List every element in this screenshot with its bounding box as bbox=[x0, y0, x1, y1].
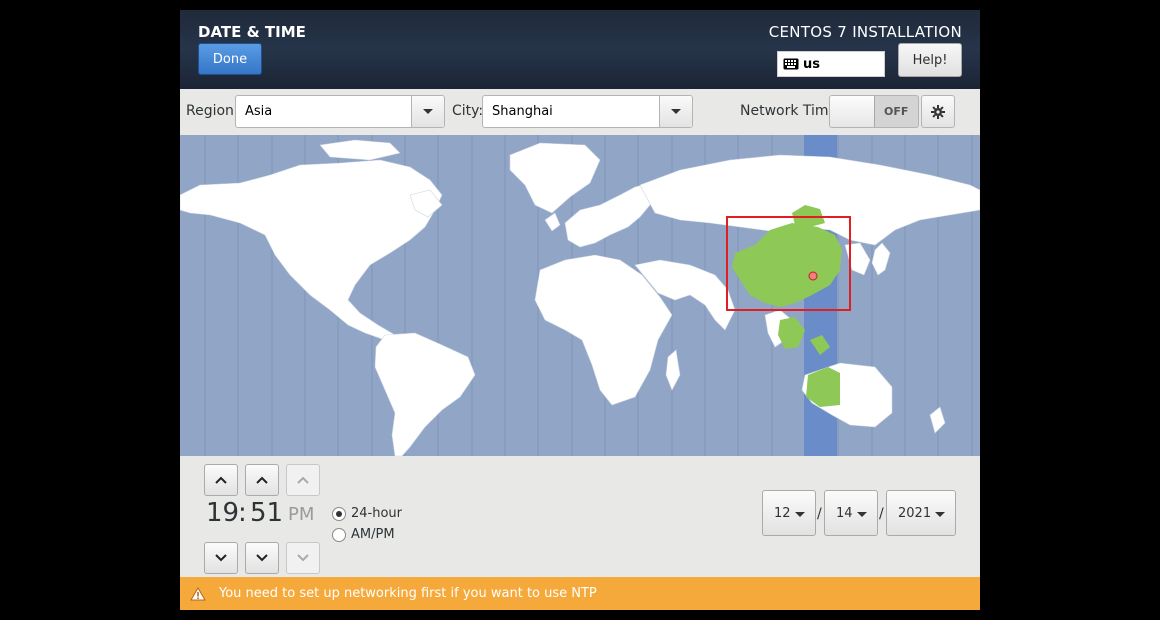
network-time-label: Network Time bbox=[740, 103, 838, 119]
chevron-down-icon bbox=[423, 109, 433, 114]
ntp-settings-button[interactable] bbox=[921, 95, 955, 128]
region-value: Asia bbox=[245, 104, 273, 119]
time-separator: : bbox=[238, 498, 247, 528]
city-combo[interactable]: Shanghai bbox=[482, 95, 693, 128]
page-title: DATE & TIME bbox=[198, 23, 306, 41]
hours-value: 19 bbox=[206, 498, 240, 528]
day-value: 14 bbox=[836, 506, 853, 521]
ampm-down-button[interactable] bbox=[286, 542, 320, 574]
warning-icon bbox=[190, 586, 206, 600]
chevron-up-icon bbox=[297, 476, 309, 484]
world-map-graphic bbox=[180, 135, 980, 456]
radio-unchecked-icon[interactable] bbox=[332, 527, 346, 542]
year-dropdown[interactable]: 2021 bbox=[886, 490, 956, 536]
timezone-map[interactable] bbox=[180, 135, 980, 456]
region-label: Region: bbox=[186, 103, 239, 119]
switch-state-label: OFF bbox=[884, 105, 909, 118]
city-value: Shanghai bbox=[492, 104, 553, 119]
format-ampm-label: AM/PM bbox=[351, 527, 395, 542]
region-dropdown-button[interactable] bbox=[411, 96, 444, 127]
help-button[interactable]: Help! bbox=[898, 43, 962, 77]
hours-up-button[interactable] bbox=[204, 464, 238, 496]
format-ampm-option[interactable]: AM/PM bbox=[332, 527, 395, 542]
warning-message: You need to set up networking first if y… bbox=[219, 586, 597, 601]
done-button[interactable]: Done bbox=[198, 43, 262, 75]
chevron-down-icon bbox=[795, 512, 805, 517]
city-marker-icon bbox=[808, 271, 818, 281]
city-dropdown-button[interactable] bbox=[659, 96, 692, 127]
chevron-down-icon bbox=[297, 554, 309, 562]
day-dropdown[interactable]: 14 bbox=[824, 490, 878, 536]
minutes-up-button[interactable] bbox=[245, 464, 279, 496]
date-separator: / bbox=[817, 506, 822, 522]
month-dropdown[interactable]: 12 bbox=[762, 490, 816, 536]
switch-knob bbox=[830, 96, 875, 127]
chevron-up-icon bbox=[215, 476, 227, 484]
hours-down-button[interactable] bbox=[204, 542, 238, 574]
region-combo[interactable]: Asia bbox=[235, 95, 445, 128]
date-separator: / bbox=[879, 506, 884, 522]
month-value: 12 bbox=[774, 506, 791, 521]
chevron-down-icon bbox=[671, 109, 681, 114]
city-label: City: bbox=[452, 103, 484, 119]
keyboard-layout-label: us bbox=[803, 56, 820, 72]
ampm-up-button[interactable] bbox=[286, 464, 320, 496]
ampm-value: PM bbox=[288, 504, 315, 525]
radio-checked-icon[interactable] bbox=[332, 506, 346, 521]
warning-bar: You need to set up networking first if y… bbox=[180, 577, 980, 610]
chevron-down-icon bbox=[215, 554, 227, 562]
chevron-down-icon bbox=[935, 512, 945, 517]
chevron-up-icon bbox=[256, 476, 268, 484]
minutes-down-button[interactable] bbox=[245, 542, 279, 574]
timezone-toolbar: Region: Asia City: Shanghai Network Time… bbox=[180, 89, 980, 135]
header-bar: DATE & TIME Done CENTOS 7 INSTALLATION u… bbox=[180, 10, 980, 89]
format-24-hour-label: 24-hour bbox=[351, 506, 403, 521]
time-date-panel: 19 : 51 PM 24-hour AM/PM 12 / 14 / 2021 bbox=[180, 456, 980, 577]
product-title: CENTOS 7 INSTALLATION bbox=[768, 23, 962, 41]
minutes-value: 51 bbox=[250, 498, 284, 528]
gear-icon bbox=[931, 104, 945, 119]
date-time-window: DATE & TIME Done CENTOS 7 INSTALLATION u… bbox=[180, 10, 980, 610]
chevron-down-icon bbox=[857, 512, 867, 517]
keyboard-icon bbox=[783, 58, 799, 70]
format-24-hour-option[interactable]: 24-hour bbox=[332, 506, 402, 521]
chevron-down-icon bbox=[256, 554, 268, 562]
year-value: 2021 bbox=[898, 506, 932, 521]
keyboard-layout-indicator[interactable]: us bbox=[777, 51, 885, 77]
network-time-switch[interactable]: OFF bbox=[829, 95, 919, 128]
